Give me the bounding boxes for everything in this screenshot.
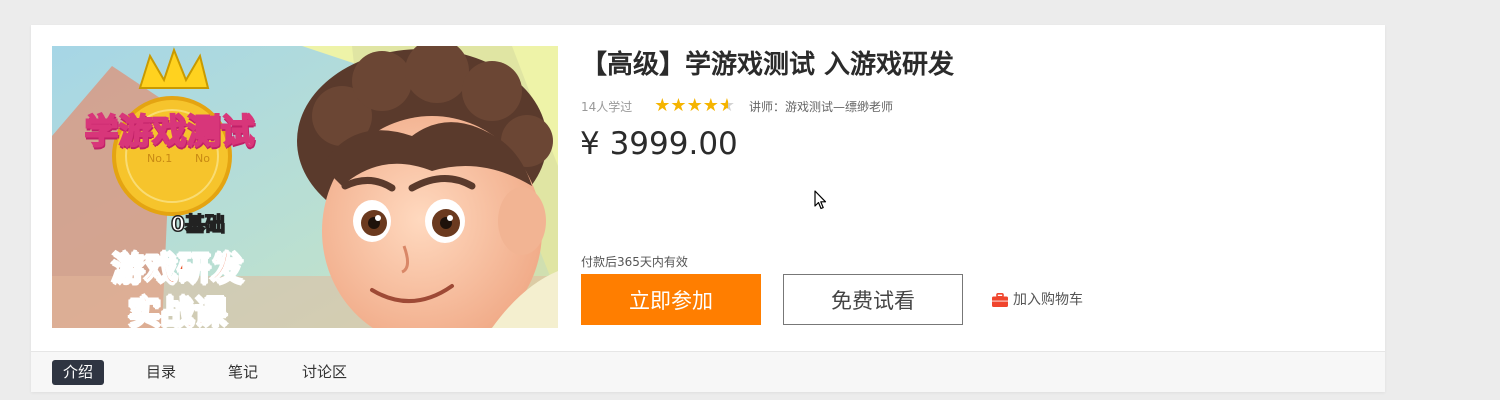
cover-headline-2: 实战课 <box>127 292 228 328</box>
join-now-button[interactable]: 立即参加 <box>581 274 761 325</box>
toolbox-icon <box>992 292 1008 307</box>
star-icon: ★ <box>702 95 719 116</box>
course-title: 【高级】学游戏测试 入游戏研发 <box>581 50 955 80</box>
course-tab-bar: 介绍 目录 笔记 讨论区 <box>31 351 1385 392</box>
mouse-cursor-icon <box>814 190 827 210</box>
cover-headline-1: 游戏研发 <box>111 248 245 289</box>
validity-note: 付款后365天内有效 <box>581 255 688 269</box>
star-icon: ★ <box>686 95 703 116</box>
course-cover-image[interactable]: No.1 No 学游戏测试 0基础 游戏研发 实战课 <box>52 46 558 328</box>
tab-discussion[interactable]: 讨论区 <box>302 360 347 385</box>
course-card: No.1 No 学游戏测试 0基础 游戏研发 实战课 【高级】学游戏测试 入游戏… <box>31 25 1385 392</box>
tab-intro[interactable]: 介绍 <box>52 360 105 385</box>
star-icon: ★ <box>654 95 671 116</box>
course-meta: 14人学过 ★ ★ ★ ★ ★ 讲师： 游戏测试—缥缈老师 <box>581 97 893 115</box>
cover-title-text: 学游戏测试 <box>84 111 256 153</box>
cover-medal-text: No <box>195 152 210 165</box>
teacher-name[interactable]: 游戏测试—缥缈老师 <box>785 98 893 115</box>
free-trial-button[interactable]: 免费试看 <box>783 274 963 325</box>
learner-count: 14人学过 <box>581 99 633 114</box>
rating-stars: ★ ★ ★ ★ ★ <box>654 97 735 115</box>
tab-catalog[interactable]: 目录 <box>146 360 176 385</box>
tab-notes[interactable]: 笔记 <box>228 360 258 385</box>
star-icon: ★ <box>670 95 687 116</box>
cover-zero-basis-text: 0基础 <box>170 211 225 237</box>
add-to-cart-button[interactable]: 加入购物车 <box>992 289 1083 309</box>
add-to-cart-label: 加入购物车 <box>1013 292 1083 308</box>
cover-medal-text: No.1 <box>147 152 173 165</box>
teacher-label: 讲师： <box>748 99 785 114</box>
half-star-icon: ★ <box>718 95 735 116</box>
course-price: ¥ 3999.00 <box>580 126 738 162</box>
